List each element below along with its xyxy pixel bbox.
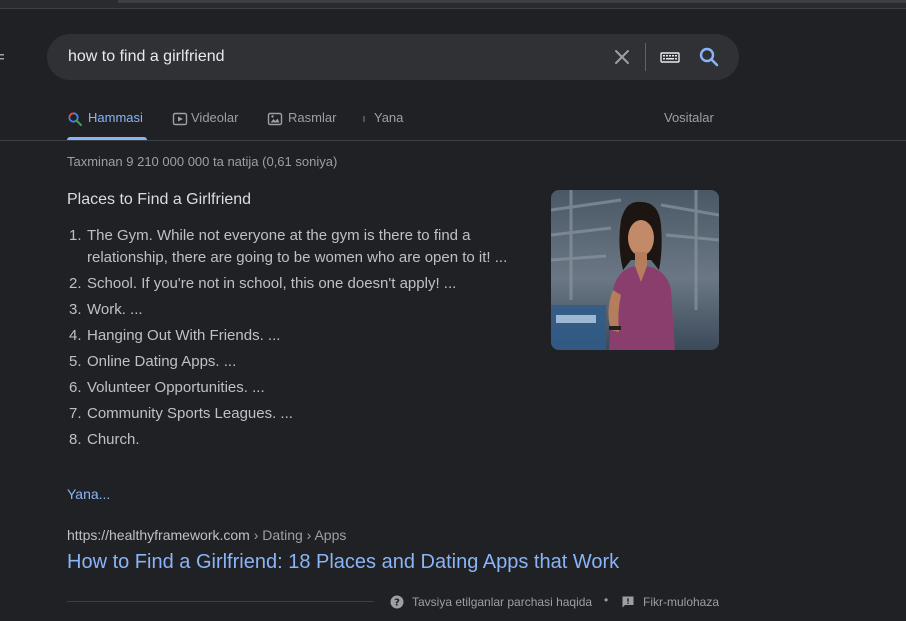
partial-menu-icon[interactable] <box>0 52 4 64</box>
search-box-separator <box>645 43 646 71</box>
footer-rule <box>67 601 374 602</box>
featured-snippet-title: Places to Find a Girlfriend <box>67 191 252 208</box>
search-input[interactable] <box>68 46 588 68</box>
list-item: 4. Hanging Out With Friends. ... <box>69 327 281 344</box>
tools-button[interactable]: Vositalar <box>664 110 714 125</box>
result-url[interactable]: https://healthyframework.com › Dating › … <box>67 527 346 543</box>
tab-videos[interactable]: Videolar <box>172 108 247 140</box>
search-button[interactable] <box>697 45 721 69</box>
result-title-link[interactable]: How to Find a Girlfriend: 18 Places and … <box>67 551 619 574</box>
footer-separator: • <box>604 593 609 607</box>
tab-more[interactable]: Yana <box>362 108 407 140</box>
keyboard-icon <box>660 52 680 63</box>
tab-videos-label: Videolar <box>191 110 239 125</box>
list-item: 5. Online Dating Apps. ... <box>69 353 237 370</box>
more-vert-icon <box>363 116 365 122</box>
help-icon: ? <box>390 595 404 609</box>
tabs-divider <box>0 140 906 141</box>
featured-snippet-list: 1. The Gym. While not everyone at the gym… <box>67 225 527 455</box>
list-item: 6. Volunteer Opportunities. ... <box>69 379 265 396</box>
svg-text:?: ? <box>394 598 400 609</box>
tab-images[interactable]: Rasmlar <box>267 108 342 140</box>
result-domain: https://healthyframework.com <box>67 527 250 543</box>
clear-search-button[interactable] <box>610 45 634 69</box>
result-stats: Taxminan 9 210 000 000 ta natija (0,61 s… <box>67 154 338 169</box>
search-box <box>47 34 739 80</box>
search-icon <box>699 47 719 67</box>
video-icon <box>172 112 188 126</box>
feedback-icon <box>622 596 634 608</box>
snippet-thumbnail-image[interactable] <box>551 190 719 350</box>
snippet-more-link[interactable]: Yana... <box>67 486 110 502</box>
image-icon <box>267 112 283 126</box>
result-breadcrumb: › Dating › Apps <box>249 527 347 543</box>
browser-top-strip <box>0 0 906 9</box>
list-item: 8. Church. <box>69 431 140 448</box>
close-icon <box>615 50 629 64</box>
virtual-keyboard-button[interactable] <box>659 48 681 66</box>
search-icon <box>68 112 82 126</box>
list-item: 3. Work. ... <box>69 301 143 318</box>
woman-photo-thumbnail <box>551 190 719 350</box>
browser-address-edge <box>118 0 906 3</box>
tab-more-label: Yana <box>374 110 404 125</box>
list-item: 7. Community Sports Leagues. ... <box>69 405 293 422</box>
list-item: 2. School. If you're not in school, this … <box>69 275 457 292</box>
tab-all-label: Hammasi <box>88 110 143 125</box>
tab-all[interactable]: Hammasi <box>67 108 149 140</box>
list-item: 1. The Gym. While not everyone at the gym… <box>69 227 508 266</box>
tab-images-label: Rasmlar <box>288 110 337 125</box>
